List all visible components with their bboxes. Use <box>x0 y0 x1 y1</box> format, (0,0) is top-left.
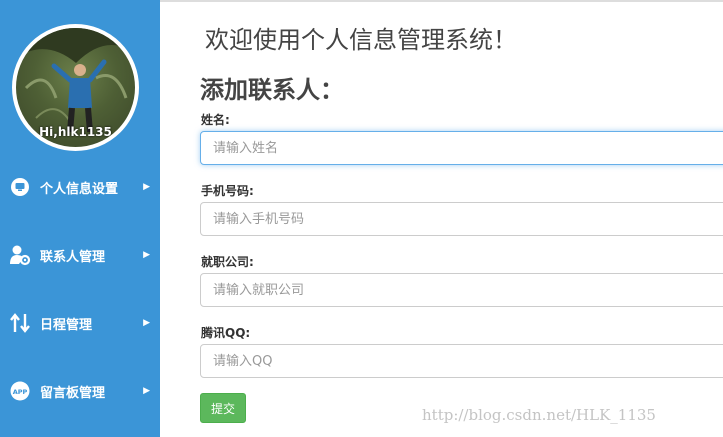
company-label: 就职公司: <box>201 255 254 269</box>
qq-input[interactable] <box>200 344 723 378</box>
chevron-right-icon: ▶ <box>143 318 150 328</box>
section-title: 添加联系人： <box>200 76 344 104</box>
chevron-right-icon: ▶ <box>143 386 150 396</box>
nav-item-schedule[interactable]: 日程管理 ▶ <box>0 303 160 343</box>
nav-item-personal-settings[interactable]: 个人信息设置 ▶ <box>0 167 160 207</box>
swap-arrows-icon <box>9 312 31 334</box>
monitor-icon <box>9 176 31 198</box>
name-input[interactable] <box>200 131 723 165</box>
svg-text:APP: APP <box>13 388 28 396</box>
qq-label: 腾讯QQ: <box>201 326 251 340</box>
watermark: http://blog.csdn.net/HLK_1135 <box>422 406 656 424</box>
top-divider <box>160 0 723 2</box>
nav-item-label: 个人信息设置 <box>40 181 119 197</box>
app-icon: APP <box>9 380 31 402</box>
company-input[interactable] <box>200 273 723 307</box>
phone-input[interactable] <box>200 202 723 236</box>
user-greeting: Hi,hlk1135 <box>39 125 112 139</box>
page-title: 欢迎使用个人信息管理系统！ <box>205 26 517 54</box>
nav-item-message-board[interactable]: APP 留言板管理 ▶ <box>0 371 160 411</box>
nav-item-label: 联系人管理 <box>40 249 106 265</box>
user-gear-icon <box>9 244 31 266</box>
nav-item-label: 日程管理 <box>40 317 93 333</box>
phone-label: 手机号码: <box>201 184 254 198</box>
nav-item-label: 留言板管理 <box>40 385 106 401</box>
chevron-right-icon: ▶ <box>143 182 150 192</box>
nav-item-contacts[interactable]: 联系人管理 ▶ <box>0 235 160 275</box>
chevron-right-icon: ▶ <box>143 250 150 260</box>
name-label: 姓名: <box>201 113 230 127</box>
submit-button[interactable]: 提交 <box>200 393 246 423</box>
avatar[interactable]: Hi,hlk1135 <box>12 24 139 151</box>
sidebar: Hi,hlk1135 个人信息设置 ▶ 联系人管理 ▶ 日程管理 ▶ APP 留… <box>0 0 160 437</box>
